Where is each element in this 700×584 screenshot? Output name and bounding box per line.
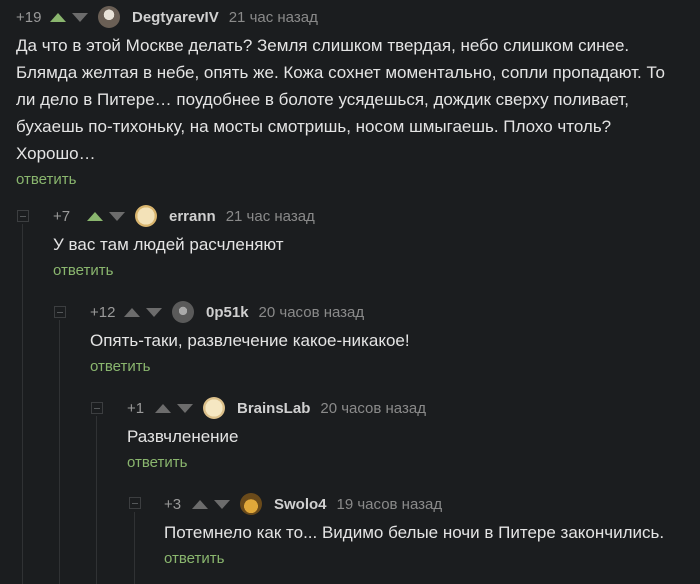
comment: +3 Swolo4 19 часов назад Потемнело как т… <box>164 489 694 568</box>
thread-line <box>134 512 135 584</box>
collapse-thread-button[interactable] <box>17 210 29 222</box>
comment-text: У вас там людей расчленяют <box>53 235 284 254</box>
comment-text: Потемнело как то... Видимо белые ночи в … <box>164 523 665 542</box>
arrow-down-icon[interactable] <box>72 12 88 22</box>
collapse-thread-button[interactable] <box>91 402 103 414</box>
thread-line <box>96 416 97 584</box>
avatar[interactable] <box>98 6 120 28</box>
comments-thread: +19 DegtyarevIV 21 час назад Да что в эт… <box>0 0 700 584</box>
collapse-thread-button[interactable] <box>129 497 141 509</box>
comment-text: Развчленение <box>127 427 239 446</box>
comment: +1 BrainsLab 20 часов назад Развчленение… <box>127 393 687 472</box>
comment-rating: +3 <box>164 495 182 513</box>
arrow-up-icon[interactable] <box>50 12 66 22</box>
comment-time[interactable]: 19 часов назад <box>337 496 443 513</box>
arrow-up-icon[interactable] <box>124 307 140 317</box>
comment-header: +1 BrainsLab 20 часов назад <box>127 393 687 423</box>
arrow-down-icon[interactable] <box>177 403 193 413</box>
username[interactable]: Swolo4 <box>274 496 327 513</box>
thread-line <box>22 224 23 584</box>
reply-link[interactable]: ответить <box>90 358 150 375</box>
reply-link[interactable]: ответить <box>127 454 187 471</box>
comment-time[interactable]: 21 час назад <box>229 9 318 26</box>
username[interactable]: BrainsLab <box>237 400 310 417</box>
avatar[interactable] <box>203 397 225 419</box>
comment: +12 0p51k 20 часов назад Опять-таки, раз… <box>90 297 690 376</box>
arrow-up-icon[interactable] <box>87 211 103 221</box>
comment-time[interactable]: 20 часов назад <box>320 400 426 417</box>
comment-rating: +19 <box>16 8 42 26</box>
username[interactable]: errann <box>169 208 216 225</box>
comment-rating: +1 <box>127 399 145 417</box>
collapse-thread-button[interactable] <box>54 306 66 318</box>
arrow-down-icon[interactable] <box>214 499 230 509</box>
comment-header: +7 errann 21 час назад <box>53 201 693 231</box>
reply-link[interactable]: ответить <box>164 550 224 567</box>
arrow-up-icon[interactable] <box>155 403 171 413</box>
arrow-up-icon[interactable] <box>192 499 208 509</box>
username[interactable]: 0p51k <box>206 304 249 321</box>
reply-link[interactable]: ответить <box>53 262 113 279</box>
comment-text: Да что в этой Москве делать? Земля слишк… <box>16 36 666 163</box>
avatar[interactable] <box>135 205 157 227</box>
avatar[interactable] <box>240 493 262 515</box>
comment: +19 DegtyarevIV 21 час назад Да что в эт… <box>16 2 692 189</box>
comment-text: Опять-таки, развлечение какое-никакое! <box>90 331 410 350</box>
comment-time[interactable]: 21 час назад <box>226 208 315 225</box>
username[interactable]: DegtyarevIV <box>132 9 219 26</box>
comment-header: +3 Swolo4 19 часов назад <box>164 489 694 519</box>
comment-time[interactable]: 20 часов назад <box>259 304 365 321</box>
comment-rating: +7 <box>53 207 71 225</box>
comment-rating: +12 <box>90 303 116 321</box>
reply-link[interactable]: ответить <box>16 171 76 188</box>
arrow-down-icon[interactable] <box>109 211 125 221</box>
thread-line <box>59 320 60 584</box>
arrow-down-icon[interactable] <box>146 307 162 317</box>
comment-header: +19 DegtyarevIV 21 час назад <box>16 2 692 32</box>
comment-header: +12 0p51k 20 часов назад <box>90 297 690 327</box>
avatar[interactable] <box>172 301 194 323</box>
comment: +7 errann 21 час назад У вас там людей р… <box>53 201 693 280</box>
